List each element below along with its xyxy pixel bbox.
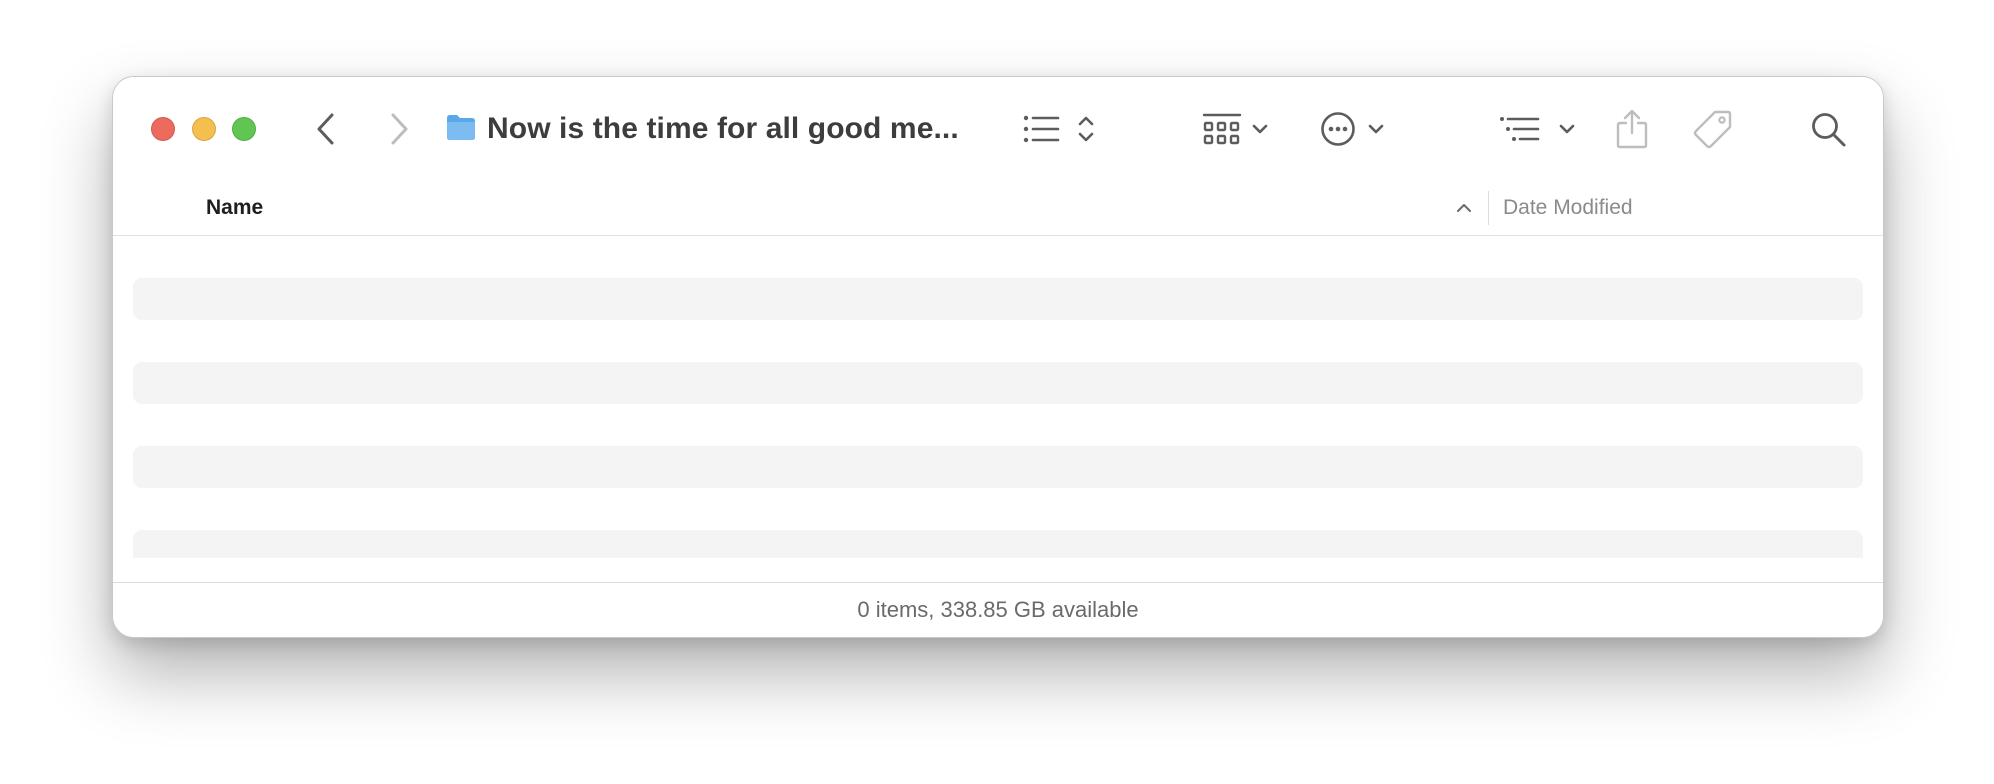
column-name[interactable]: Name [206, 181, 263, 235]
grid-icon[interactable] [1201, 111, 1243, 149]
sort-chevron-down-icon[interactable] [1556, 117, 1578, 141]
window-title: Now is the time for all good me... [487, 112, 959, 145]
status-text: 0 items, 338.85 GB available [857, 597, 1139, 622]
toolbar: Now is the time for all good me... [113, 77, 1883, 182]
empty-row-stripe [133, 530, 1863, 558]
empty-row-stripe [133, 362, 1863, 404]
zoom-button[interactable] [232, 117, 256, 141]
column-header: Name Date Modified [113, 181, 1883, 236]
sort-ascending-chevron-up-icon[interactable] [1453, 199, 1475, 217]
back-chevron-left-icon[interactable] [307, 109, 347, 149]
file-list[interactable] [113, 236, 1883, 558]
close-button[interactable] [151, 117, 175, 141]
column-divider[interactable] [1488, 191, 1489, 225]
minimize-button[interactable] [192, 117, 216, 141]
action-chevron-down-icon[interactable] [1365, 117, 1387, 141]
forward-chevron-right-icon[interactable] [378, 109, 418, 149]
ellipsis-circle-icon[interactable] [1319, 110, 1357, 148]
empty-row-stripe [133, 446, 1863, 488]
chevron-up-down-icon[interactable] [1075, 113, 1097, 145]
sort-lines-icon[interactable] [1498, 113, 1542, 145]
empty-row-stripe [133, 278, 1863, 320]
status-bar: 0 items, 338.85 GB available [113, 582, 1883, 637]
list-view-icon[interactable] [1022, 113, 1064, 145]
column-date-modified[interactable]: Date Modified [1503, 181, 1633, 235]
finder-window: Now is the time for all good me... Name … [112, 76, 1884, 638]
tag-icon[interactable] [1691, 107, 1735, 151]
search-icon[interactable] [1809, 110, 1849, 150]
share-icon[interactable] [1613, 107, 1651, 151]
group-chevron-down-icon[interactable] [1249, 117, 1271, 141]
folder-icon [447, 115, 475, 140]
